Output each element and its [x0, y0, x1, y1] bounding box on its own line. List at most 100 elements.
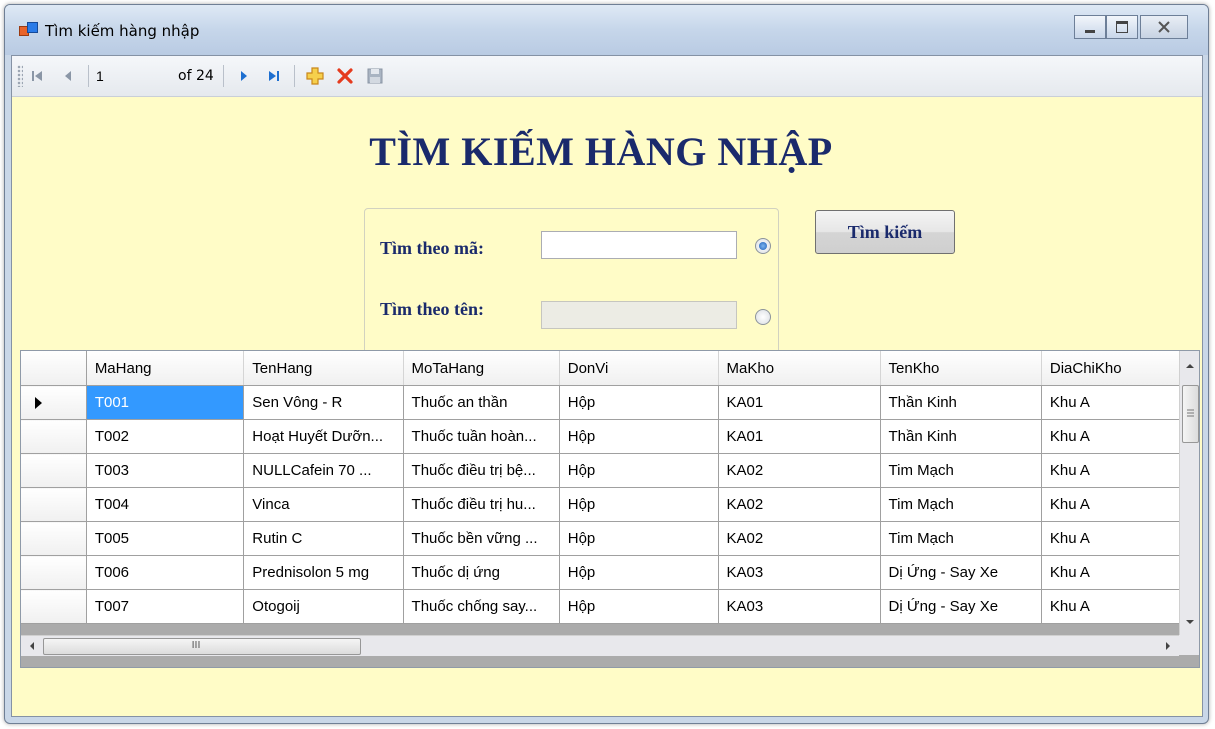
row-header[interactable] — [21, 419, 87, 454]
column-header-motahang[interactable]: MoTaHang — [403, 351, 560, 386]
cell-makho[interactable]: KA02 — [718, 453, 881, 488]
cell-donvi[interactable]: Hộp — [559, 453, 719, 488]
name-input[interactable] — [541, 301, 737, 329]
table-row[interactable]: T007 Otogoij Thuốc chống say... Hộp KA03 Dị Ứ… — [21, 589, 1199, 624]
scroll-right-icon[interactable] — [1161, 637, 1175, 655]
cell-tenkho[interactable]: Thần Kinh — [880, 385, 1042, 420]
cell-motahang[interactable]: Thuốc tuần hoàn... — [403, 419, 560, 454]
delete-button[interactable] — [333, 64, 357, 88]
cell-mahang[interactable]: T003 — [86, 453, 245, 488]
table-row[interactable]: T006 Prednisolon 5 mg Thuốc dị ứng Hộp KA03 D… — [21, 555, 1199, 590]
title-bar[interactable]: Tìm kiếm hàng nhập — [5, 5, 1208, 55]
save-button[interactable] — [363, 64, 387, 88]
cell-tenkho[interactable]: Thần Kinh — [880, 419, 1042, 454]
cell-diachikho[interactable]: Khu A — [1041, 419, 1199, 454]
cell-diachikho[interactable]: Khu A — [1041, 385, 1199, 420]
vertical-scrollbar[interactable] — [1179, 351, 1199, 635]
cell-motahang[interactable]: Thuốc chống say... — [403, 589, 560, 624]
cell-makho[interactable]: KA01 — [718, 419, 881, 454]
cell-motahang[interactable]: Thuốc an thần — [403, 385, 560, 420]
column-header-makho[interactable]: MaKho — [718, 351, 881, 386]
toolbar-separator — [293, 65, 295, 87]
vertical-scroll-thumb[interactable] — [1182, 385, 1199, 443]
move-last-button[interactable] — [262, 64, 286, 88]
search-by-code-radio[interactable] — [755, 238, 771, 254]
cell-motahang[interactable]: Thuốc bền vững ... — [403, 521, 560, 556]
cell-donvi[interactable]: Hộp — [559, 487, 719, 522]
table-row[interactable]: T002 Hoạt Huyết Dưỡn... Thuốc tuần hoàn...… — [21, 419, 1199, 454]
cell-diachikho[interactable]: Khu A — [1041, 487, 1199, 522]
move-next-button[interactable] — [232, 64, 256, 88]
move-previous-button[interactable] — [56, 64, 80, 88]
cell-tenhang[interactable]: Sen Vông - R — [243, 385, 404, 420]
cell-tenkho[interactable]: Tim Mạch — [880, 487, 1042, 522]
results-grid[interactable]: MaHang TenHang MoTaHang DonVi MaKho TenKho Dia… — [20, 350, 1200, 668]
cell-donvi[interactable]: Hộp — [559, 521, 719, 556]
table-row[interactable]: T004 Vinca Thuốc điều trị hu... Hộp KA02 Tim … — [21, 487, 1199, 522]
row-header[interactable] — [21, 385, 87, 420]
cell-diachikho[interactable]: Khu A — [1041, 521, 1199, 556]
close-icon — [1158, 21, 1170, 33]
row-header[interactable] — [21, 521, 87, 556]
cell-donvi[interactable]: Hộp — [559, 589, 719, 624]
cell-diachikho[interactable]: Khu A — [1041, 555, 1199, 590]
cell-mahang[interactable]: T002 — [86, 419, 245, 454]
cell-mahang[interactable]: T005 — [86, 521, 245, 556]
cell-tenhang[interactable]: Hoạt Huyết Dưỡn... — [243, 419, 404, 454]
cell-mahang[interactable]: T001 — [86, 385, 245, 420]
cell-makho[interactable]: KA02 — [718, 521, 881, 556]
cell-tenhang[interactable]: NULLCafein 70 ... — [243, 453, 404, 488]
cell-donvi[interactable]: Hộp — [559, 555, 719, 590]
horizontal-scrollbar[interactable]: III — [21, 635, 1179, 656]
cell-makho[interactable]: KA02 — [718, 487, 881, 522]
cell-tenkho[interactable]: Dị Ứng - Say Xe — [880, 555, 1042, 590]
cell-mahang[interactable]: T006 — [86, 555, 245, 590]
scroll-up-icon[interactable] — [1181, 359, 1199, 373]
horizontal-scroll-thumb[interactable]: III — [43, 638, 361, 655]
cell-tenkho[interactable]: Dị Ứng - Say Xe — [880, 589, 1042, 624]
cell-motahang[interactable]: Thuốc điều trị hu... — [403, 487, 560, 522]
table-row[interactable]: T001 Sen Vông - R Thuốc an thần Hộp KA01 Thần… — [21, 385, 1199, 420]
column-header-tenkho[interactable]: TenKho — [880, 351, 1042, 386]
cell-makho[interactable]: KA03 — [718, 589, 881, 624]
scroll-down-icon[interactable] — [1181, 615, 1199, 629]
row-header[interactable] — [21, 589, 87, 624]
cell-motahang[interactable]: Thuốc điều trị bệ... — [403, 453, 560, 488]
cell-tenhang[interactable]: Rutin C — [243, 521, 404, 556]
search-button[interactable]: Tìm kiếm — [815, 210, 955, 254]
cell-motahang[interactable]: Thuốc dị ứng — [403, 555, 560, 590]
minimize-button[interactable] — [1074, 15, 1106, 39]
row-header[interactable] — [21, 555, 87, 590]
row-header[interactable] — [21, 487, 87, 522]
row-header[interactable] — [21, 453, 87, 488]
code-input[interactable] — [541, 231, 737, 259]
search-by-name-radio[interactable] — [755, 309, 771, 325]
add-new-button[interactable] — [303, 64, 327, 88]
close-button[interactable] — [1140, 15, 1188, 39]
cell-tenkho[interactable]: Tim Mạch — [880, 453, 1042, 488]
move-first-button[interactable] — [26, 64, 50, 88]
cell-diachikho[interactable]: Khu A — [1041, 589, 1199, 624]
cell-donvi[interactable]: Hộp — [559, 385, 719, 420]
column-header-donvi[interactable]: DonVi — [559, 351, 719, 386]
column-header-tenhang[interactable]: TenHang — [243, 351, 404, 386]
cell-tenhang[interactable]: Otogoij — [243, 589, 404, 624]
cell-diachikho[interactable]: Khu A — [1041, 453, 1199, 488]
cell-donvi[interactable]: Hộp — [559, 419, 719, 454]
cell-tenhang[interactable]: Prednisolon 5 mg — [243, 555, 404, 590]
cell-tenkho[interactable]: Tim Mạch — [880, 521, 1042, 556]
cell-mahang[interactable]: T004 — [86, 487, 245, 522]
column-header-diachikho[interactable]: DiaChiKho — [1041, 351, 1199, 386]
column-header-mahang[interactable]: MaHang — [86, 351, 245, 386]
table-row[interactable]: T005 Rutin C Thuốc bền vững ... Hộp KA02 Tim … — [21, 521, 1199, 556]
toolbar-grip[interactable] — [17, 65, 23, 87]
table-row[interactable]: T003 NULLCafein 70 ... Thuốc điều trị bệ..… — [21, 453, 1199, 488]
position-input[interactable] — [94, 65, 178, 87]
cell-makho[interactable]: KA01 — [718, 385, 881, 420]
scroll-left-icon[interactable] — [25, 637, 39, 655]
search-by-code-label: Tìm theo mã: — [380, 238, 484, 258]
maximize-button[interactable] — [1106, 15, 1138, 39]
cell-makho[interactable]: KA03 — [718, 555, 881, 590]
cell-mahang[interactable]: T007 — [86, 589, 245, 624]
cell-tenhang[interactable]: Vinca — [243, 487, 404, 522]
